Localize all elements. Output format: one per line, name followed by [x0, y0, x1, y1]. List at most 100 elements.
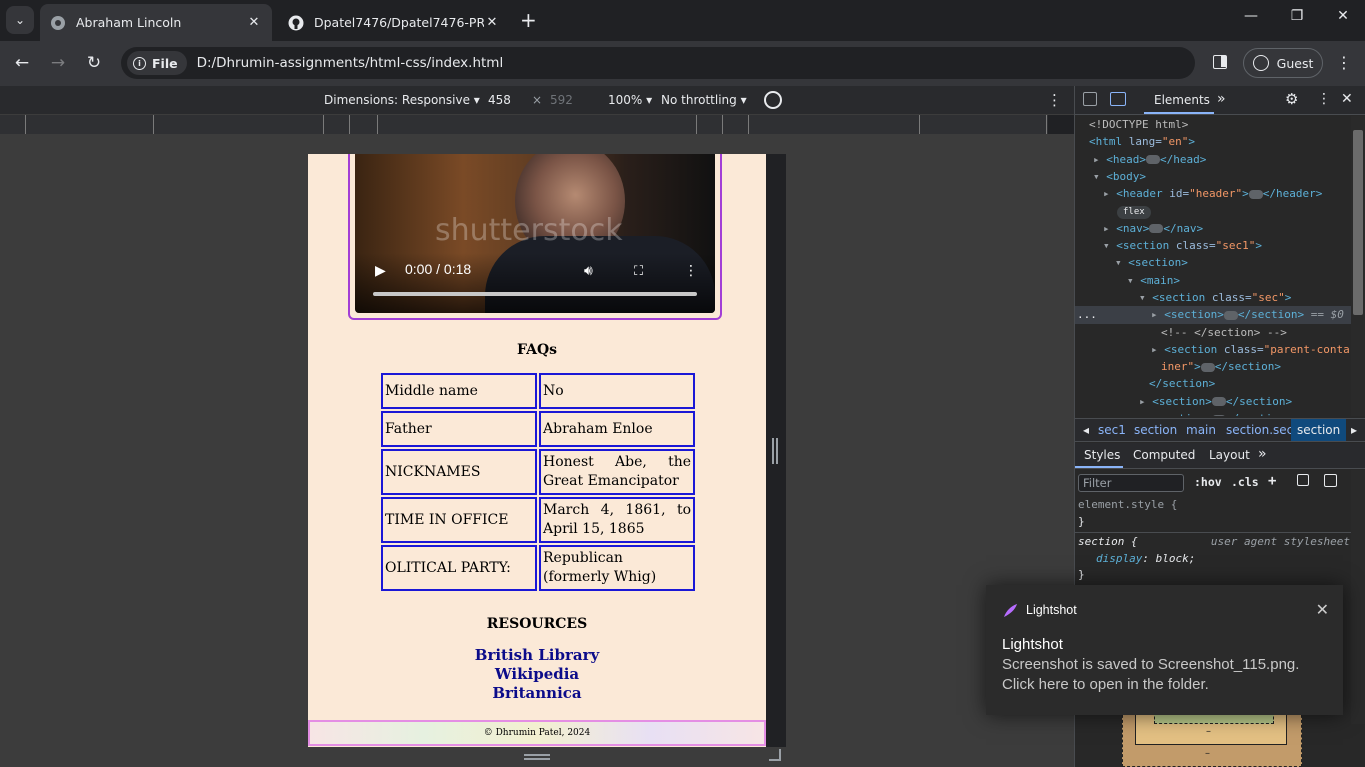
reload-icon[interactable]: ↻: [83, 53, 105, 73]
tab-layout[interactable]: Layout: [1209, 448, 1250, 462]
element-style-rule[interactable]: element.style {: [1078, 497, 1350, 514]
dom-node[interactable]: ▸ <section> </section>: [1075, 410, 1351, 416]
dom-node[interactable]: <!DOCTYPE html>: [1075, 116, 1351, 133]
media-query-ruler[interactable]: [0, 115, 1048, 134]
cls-toggle[interactable]: .cls: [1231, 475, 1259, 489]
volume-icon[interactable]: 🔊︎: [584, 263, 593, 279]
link-wikipedia[interactable]: Wikipedia: [308, 665, 766, 684]
expand-triangle-icon[interactable]: ▸: [1103, 222, 1110, 235]
link-britannica[interactable]: Britannica: [308, 684, 766, 703]
notification-message[interactable]: Screenshot is saved to Screenshot_115.pn…: [1002, 655, 1332, 695]
more-tabs-icon[interactable]: »: [1258, 446, 1267, 462]
ellipsis-badge[interactable]: [1200, 362, 1215, 372]
collapse-triangle-icon[interactable]: ▾: [1103, 239, 1110, 252]
ellipsis-badge[interactable]: [1149, 224, 1164, 234]
styles-filter-input[interactable]: Filter: [1078, 474, 1184, 492]
resize-handle-right[interactable]: [772, 438, 778, 464]
row-menu-icon[interactable]: ...: [1077, 306, 1097, 323]
breadcrumb-item[interactable]: section: [1134, 423, 1177, 437]
flex-badge[interactable]: flex: [1117, 206, 1151, 220]
collapse-triangle-icon[interactable]: ▾: [1115, 256, 1122, 269]
devtools-close-icon[interactable]: ✕: [1341, 91, 1353, 107]
breadcrumb-item[interactable]: section.sec: [1226, 423, 1293, 437]
address-bar[interactable]: i File D:/Dhrumin-assignments/html-css/i…: [121, 47, 1195, 79]
dom-node[interactable]: ▸ <section> </section>: [1075, 393, 1351, 410]
tab-abraham-lincoln[interactable]: Abraham Lincoln ✕: [40, 4, 272, 41]
dom-node[interactable]: iner"> </section>: [1075, 358, 1351, 375]
dom-node[interactable]: ▾ <section class="sec1">: [1075, 237, 1351, 254]
section-rule[interactable]: section {user agent stylesheet: [1078, 534, 1350, 551]
new-tab-button[interactable]: +: [520, 10, 537, 30]
back-arrow-icon[interactable]: ←: [11, 53, 33, 73]
settings-gear-icon[interactable]: ⚙: [1285, 90, 1298, 108]
paint-brush-icon[interactable]: [1297, 474, 1309, 486]
link-british-library[interactable]: British Library: [308, 646, 766, 665]
ellipsis-badge[interactable]: [1146, 155, 1160, 165]
profile-button[interactable]: Guest: [1243, 48, 1323, 78]
box-model-diagram[interactable]: – –: [1122, 710, 1302, 767]
dom-node[interactable]: ▾ <section>: [1075, 254, 1351, 271]
tab-computed[interactable]: Computed: [1133, 448, 1195, 462]
fullscreen-icon[interactable]: ⛶: [634, 264, 643, 279]
notification-close-icon[interactable]: ✕: [1316, 600, 1329, 620]
video-menu-icon[interactable]: ⋮: [684, 263, 698, 279]
collapse-triangle-icon[interactable]: ▾: [1093, 170, 1100, 183]
sidebar-toggle-icon[interactable]: [1324, 474, 1337, 487]
expand-triangle-icon[interactable]: ▸: [1093, 153, 1100, 166]
dom-node[interactable]: ▾ <section class="sec">: [1075, 289, 1351, 306]
dom-node[interactable]: </section>: [1075, 375, 1351, 392]
lightshot-notification[interactable]: Lightshot ✕ Lightshot Screenshot is save…: [986, 585, 1343, 715]
tab-search-button[interactable]: ⌄: [6, 6, 34, 34]
dom-node[interactable]: ▸ <header id="header"> </header>: [1075, 185, 1351, 202]
collapse-triangle-icon[interactable]: ▾: [1127, 274, 1134, 287]
dom-tree-scroll-thumb[interactable]: [1353, 130, 1363, 315]
breadcrumb-item[interactable]: main: [1186, 423, 1216, 437]
collapse-triangle-icon[interactable]: ▾: [1139, 291, 1146, 304]
minimize-button[interactable]: —: [1228, 8, 1274, 24]
restore-button[interactable]: ❐: [1274, 8, 1320, 24]
tab-styles[interactable]: Styles: [1084, 448, 1120, 462]
dimensions-select[interactable]: Dimensions: Responsive ▾: [324, 93, 480, 107]
site-info-chip[interactable]: i File: [127, 51, 187, 75]
tab-elements[interactable]: Elements: [1154, 93, 1210, 107]
width-input[interactable]: 458: [488, 93, 511, 107]
ellipsis-badge[interactable]: [1248, 189, 1263, 199]
new-rule-icon[interactable]: +: [1268, 473, 1276, 489]
breadcrumb-item-selected[interactable]: section: [1291, 419, 1347, 441]
zoom-select[interactable]: 100% ▾: [608, 93, 652, 107]
browser-menu-icon[interactable]: ⋮: [1333, 53, 1355, 72]
dom-node[interactable]: <html lang="en">: [1075, 133, 1351, 150]
styles-scrollbar[interactable]: [1351, 470, 1365, 724]
resize-handle-bottom[interactable]: [524, 754, 550, 760]
video-player[interactable]: shutterstock ▶ 0:00 / 0:18 🔊︎ ⛶ ⋮: [348, 154, 722, 320]
resize-corner-handle[interactable]: [769, 749, 781, 761]
url-text[interactable]: D:/Dhrumin-assignments/html-css/index.ht…: [197, 55, 504, 71]
window-close-button[interactable]: ✕: [1320, 8, 1365, 24]
ellipsis-badge[interactable]: [1223, 310, 1238, 320]
tab-close-icon[interactable]: ✕: [484, 15, 500, 30]
expand-triangle-icon[interactable]: ▸: [1151, 308, 1158, 321]
rule-declaration[interactable]: display: block;: [1078, 551, 1350, 568]
tab-close-icon[interactable]: ✕: [246, 15, 262, 30]
ellipsis-badge[interactable]: [1211, 397, 1226, 407]
video-progress-bar[interactable]: [373, 292, 697, 296]
more-tabs-icon[interactable]: »: [1217, 91, 1226, 107]
throttling-select[interactable]: No throttling ▾: [661, 93, 747, 107]
dom-node[interactable]: ▸ <nav> </nav>: [1075, 220, 1351, 237]
dom-node[interactable]: ▸ <head> </head>: [1075, 151, 1351, 168]
side-panel-icon[interactable]: [1213, 55, 1227, 69]
devtools-menu-icon[interactable]: ⋮: [1317, 91, 1331, 107]
ellipsis-badge[interactable]: [1211, 414, 1226, 416]
dom-node-selected[interactable]: ... ▸ <section> </section> == $0: [1075, 306, 1351, 324]
hov-toggle[interactable]: :hov: [1194, 475, 1222, 489]
height-input[interactable]: 592: [550, 93, 573, 107]
dom-tree[interactable]: <!DOCTYPE html> <html lang="en"> ▸ <head…: [1075, 116, 1351, 416]
device-toggle-icon[interactable]: [1110, 92, 1126, 106]
forward-arrow-icon[interactable]: →: [47, 53, 69, 73]
tab-github[interactable]: Dpatel7476/Dpatel7476-PROG1 ✕: [278, 4, 510, 41]
rotate-icon[interactable]: [764, 91, 782, 109]
expand-triangle-icon[interactable]: ▸: [1139, 412, 1146, 416]
inspect-element-icon[interactable]: [1083, 92, 1097, 106]
expand-triangle-icon[interactable]: ▸: [1151, 343, 1158, 356]
dom-node[interactable]: ▾ <body>: [1075, 168, 1351, 185]
